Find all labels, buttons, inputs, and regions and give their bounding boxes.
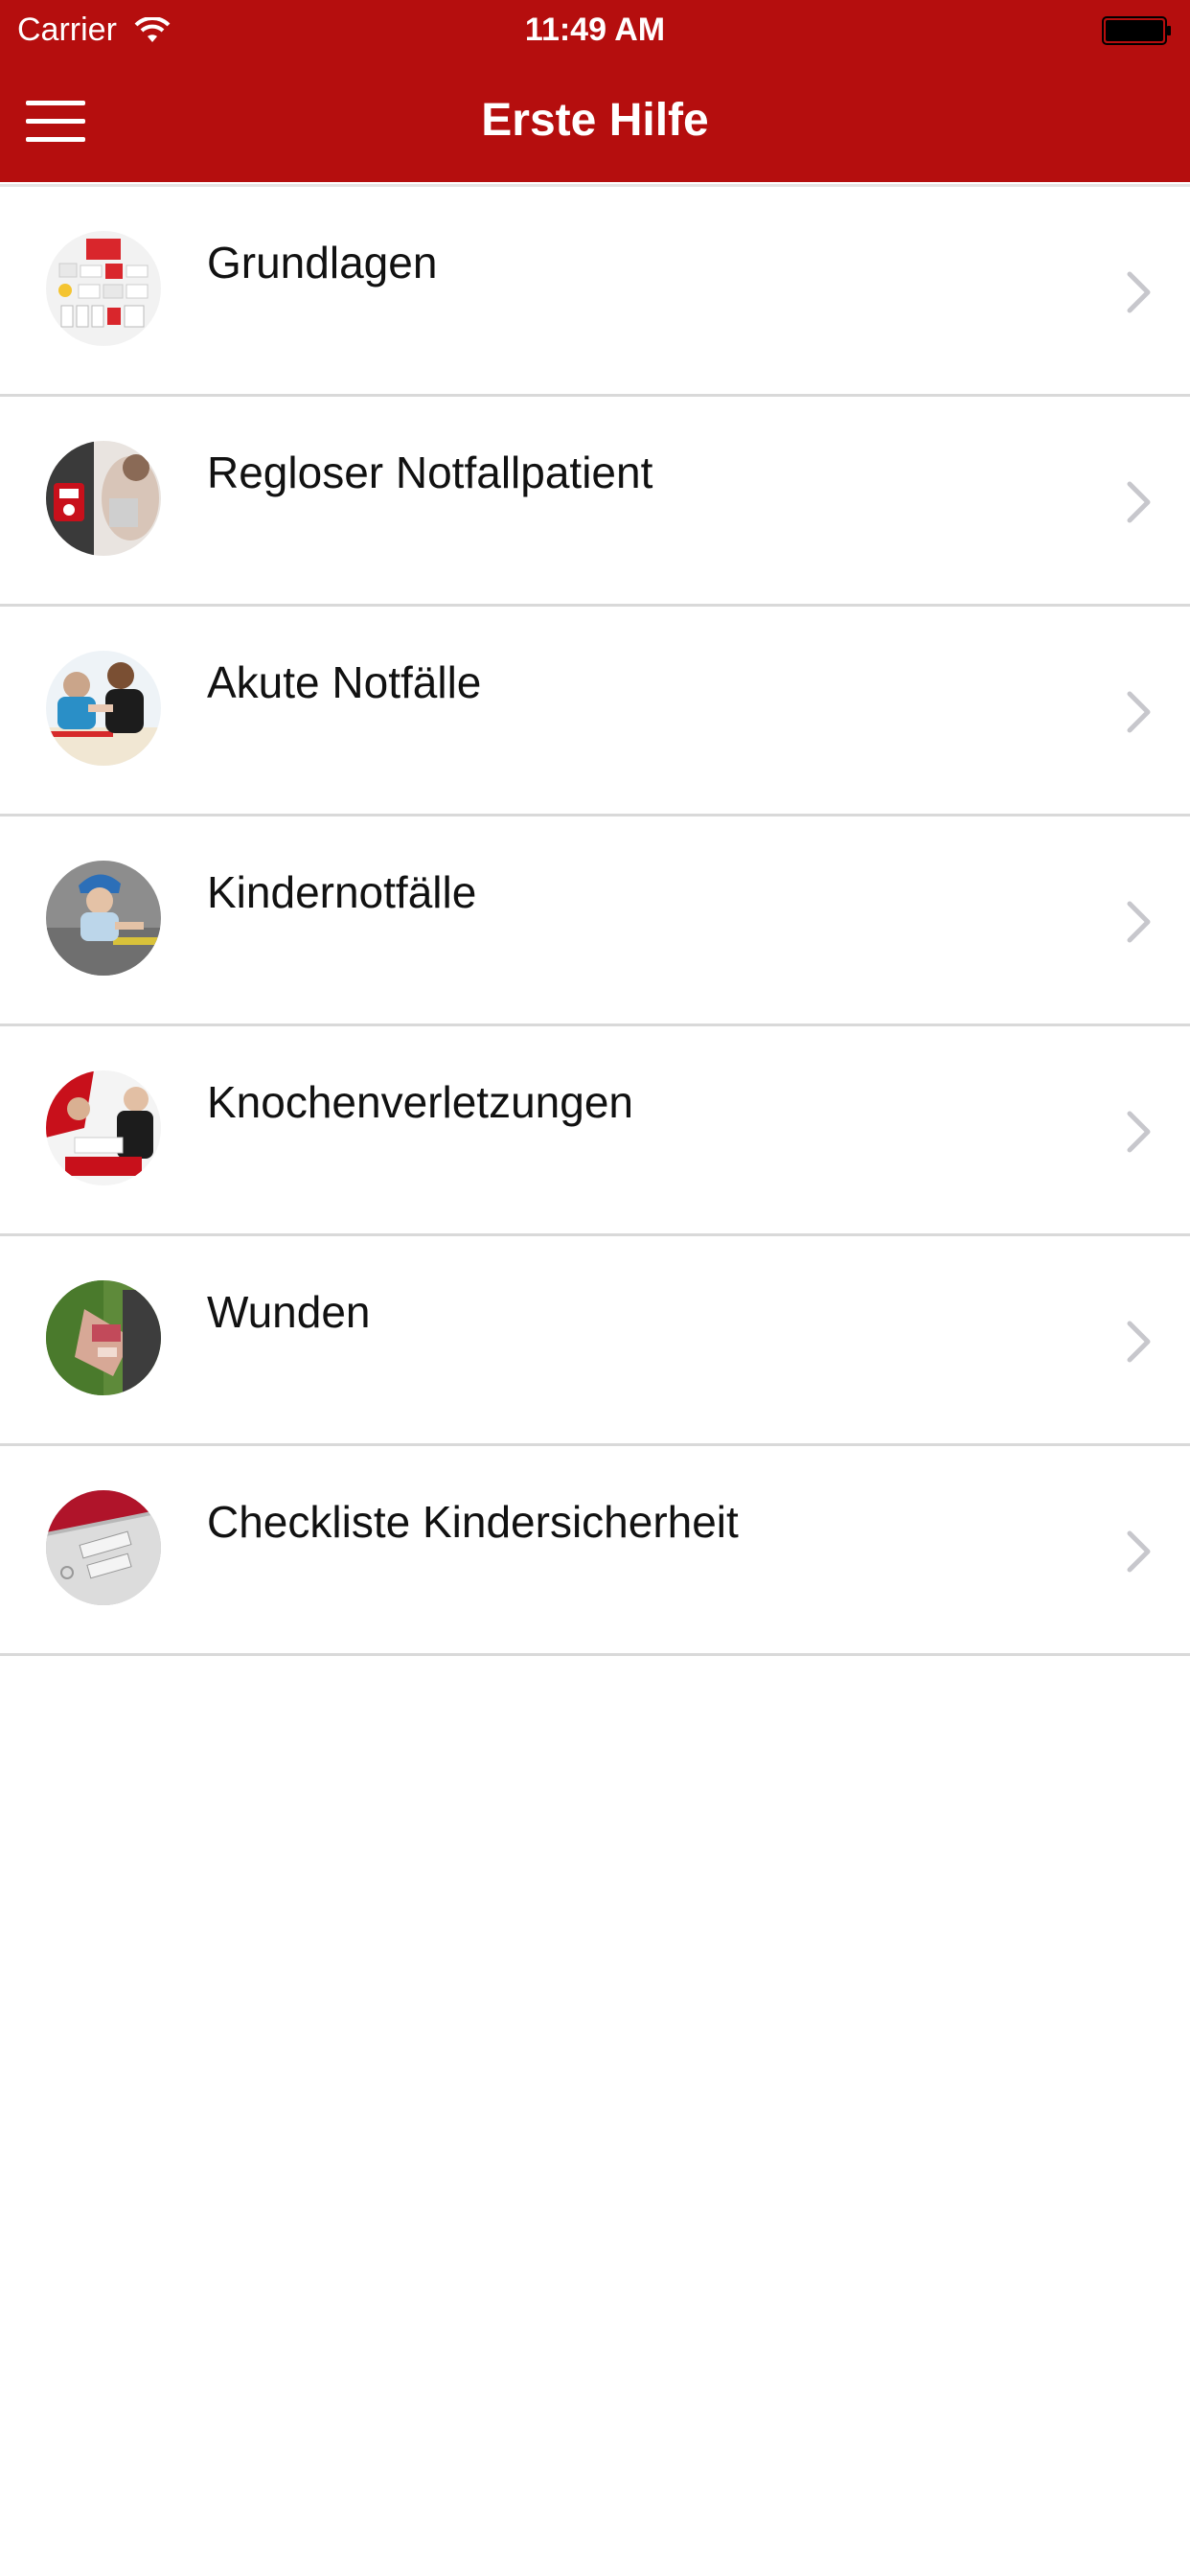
list-item-label: Kindernotfälle [207,867,477,917]
wound-thumbnail [46,1280,161,1395]
bandaging-thumbnail [46,1070,161,1185]
list-item-akute-notfaelle[interactable]: Akute Notfälle [0,607,1190,816]
list-item-label: Grundlagen [207,238,438,288]
helper-thumbnail [46,651,161,766]
list-item-grundlagen[interactable]: Grundlagen [0,187,1190,397]
list-item-label: Akute Notfälle [207,657,482,707]
list-item-knochenverletzungen[interactable]: Knochenverletzungen [0,1026,1190,1236]
status-bar: Carrier 11:49 AM [0,0,1190,61]
defibrillator-thumbnail [46,441,161,556]
list-item-label: Wunden [207,1287,371,1337]
list-item-label: Checkliste Kindersicherheit [207,1497,739,1547]
first-aid-kit-thumbnail [46,231,161,346]
status-time: 11:49 AM [524,12,666,48]
list-item-wunden[interactable]: Wunden [0,1236,1190,1446]
app-header: Carrier 11:49 AM Erste Hilfe [0,0,1190,182]
list-item-regloser-notfallpatient[interactable]: Regloser Notfallpatient [0,397,1190,607]
chevron-right-icon [1127,481,1151,523]
navigation-bar: Erste Hilfe [0,61,1190,182]
chevron-right-icon [1127,271,1151,313]
battery-icon [1102,16,1171,45]
list-item-kindernotfaelle[interactable]: Kindernotfälle [0,816,1190,1026]
chevron-right-icon [1127,691,1151,733]
chevron-right-icon [1127,1321,1151,1363]
list-item-label: Regloser Notfallpatient [207,448,653,497]
chevron-right-icon [1127,1530,1151,1573]
chevron-right-icon [1127,901,1151,943]
list-item-label: Knochenverletzungen [207,1077,633,1127]
child-helmet-thumbnail [46,861,161,976]
page-title: Erste Hilfe [481,95,709,146]
checklist-thumbnail [46,1490,161,1605]
chevron-right-icon [1127,1111,1151,1153]
topic-list: Grundlagen Regloser Notfallpatient Akute… [0,184,1190,1656]
list-item-checkliste-kindersicherheit[interactable]: Checkliste Kindersicherheit [0,1446,1190,1656]
